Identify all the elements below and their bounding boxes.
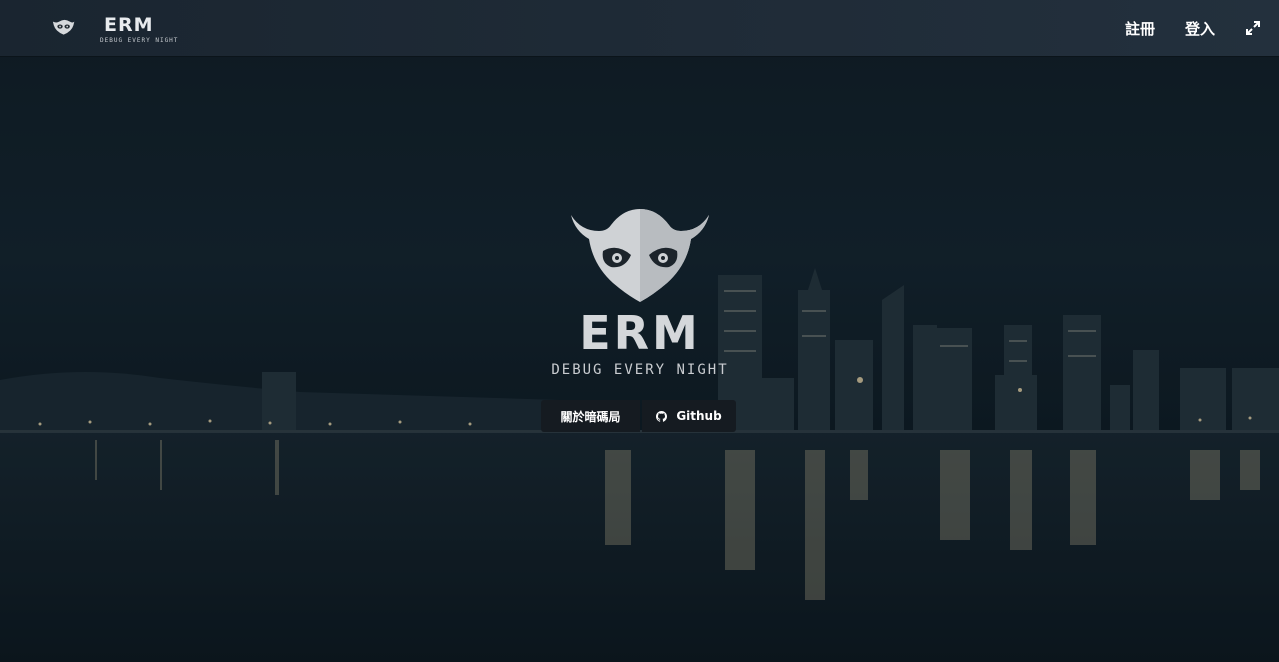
owl-logo-icon[interactable] (52, 9, 102, 45)
github-button[interactable]: Github (642, 400, 736, 432)
top-navbar: ERM DEBUG EVERY NIGHT 註冊 登入 (0, 0, 1279, 56)
hero-subtitle: DEBUG EVERY NIGHT (551, 362, 729, 378)
expand-icon[interactable] (1245, 20, 1261, 36)
hero-owl-logo-icon (571, 209, 709, 302)
nav-links: 註冊 登入 (1095, 0, 1261, 56)
about-button-label: 關於暗碼局 (560, 409, 621, 424)
brand-tagline: DEBUG EVERY NIGHT (100, 37, 179, 44)
hero-button-group: 關於暗碼局 Github (541, 400, 736, 432)
about-button[interactable]: 關於暗碼局 (541, 400, 640, 432)
github-icon (656, 410, 668, 422)
brand-name: ERM (104, 14, 154, 36)
hero-title: ERM (579, 306, 701, 360)
register-link[interactable]: 註冊 (1125, 18, 1155, 39)
github-button-label: Github (676, 409, 722, 423)
login-link[interactable]: 登入 (1185, 18, 1215, 39)
